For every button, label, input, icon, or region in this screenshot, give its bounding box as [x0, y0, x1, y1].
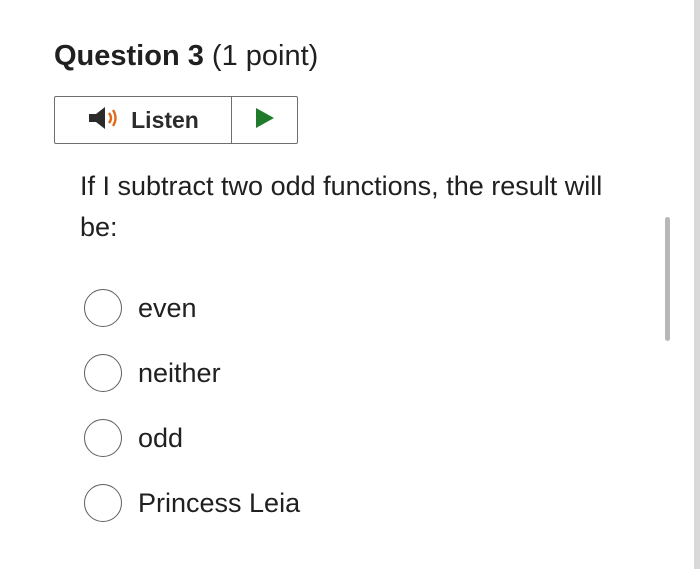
answer-label: Princess Leia	[138, 487, 301, 518]
page-edge	[694, 0, 700, 569]
speaker-icon	[87, 105, 121, 136]
radio-button[interactable]	[84, 289, 122, 327]
answer-option-neither[interactable]: neither	[84, 352, 300, 394]
play-icon	[254, 106, 276, 135]
answer-label: even	[138, 292, 197, 323]
answer-option-odd[interactable]: odd	[84, 417, 300, 459]
radio-button[interactable]	[84, 484, 122, 522]
read-aloud-widget: Listen	[54, 96, 298, 144]
answer-options: even neither odd Princess Leia	[84, 287, 300, 547]
play-button[interactable]	[232, 97, 297, 143]
answer-label: odd	[138, 422, 184, 453]
question-number: Question 3	[54, 40, 204, 72]
quiz-question-page: Question 3 (1 point) Listen If I subtrac…	[0, 0, 700, 569]
answer-option-princess-leia[interactable]: Princess Leia	[84, 482, 300, 524]
question-prompt: If I subtract two odd functions, the res…	[80, 171, 603, 242]
radio-button[interactable]	[84, 354, 122, 392]
question-heading: Question 3 (1 point)	[54, 38, 318, 74]
answer-label: neither	[138, 357, 221, 388]
listen-label: Listen	[131, 106, 199, 133]
scrollbar-thumb[interactable]	[665, 217, 670, 341]
radio-button[interactable]	[84, 419, 122, 457]
listen-button[interactable]: Listen	[55, 97, 232, 143]
answer-option-even[interactable]: even	[84, 287, 300, 329]
question-points: (1 point)	[211, 40, 319, 72]
